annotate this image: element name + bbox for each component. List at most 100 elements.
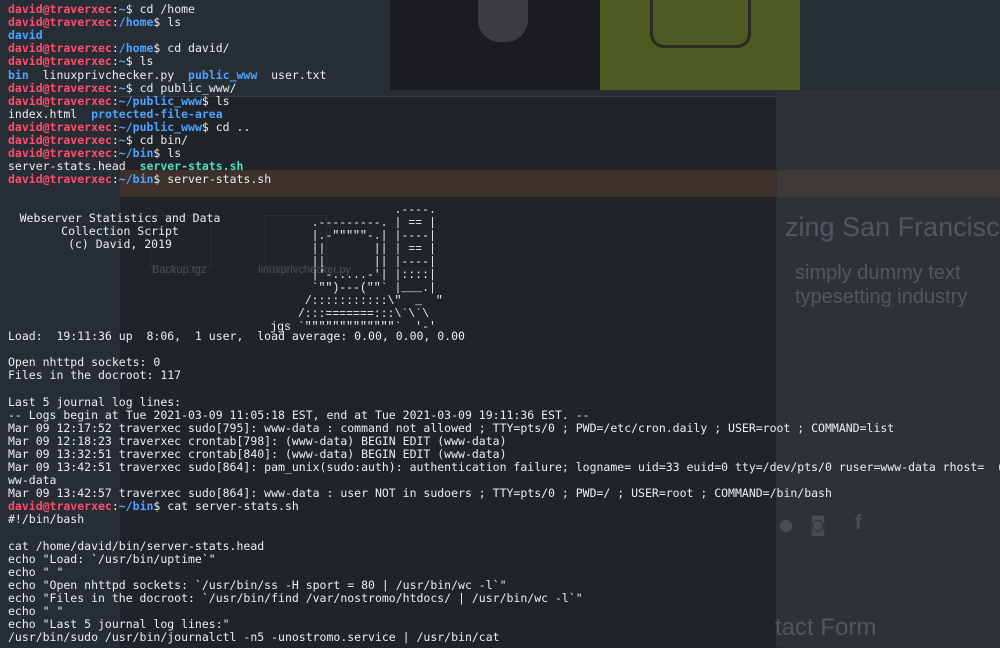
terminal-line: david@traverxec:~/bin$ cat server-stats.… [8, 500, 299, 513]
terminal-line: echo "Open nhttpd sockets: `/usr/bin/ss … [8, 577, 507, 592]
ls-entry: server-stats.head [8, 159, 140, 174]
prompt-user-host: david@traverxec [8, 133, 112, 147]
terminal-line: Mar 09 13:32:51 traverxec crontab[840]: … [8, 446, 507, 461]
prompt-path: /home [118, 15, 154, 30]
script-line: echo "Open nhttpd sockets: `/usr/bin/ss … [8, 577, 507, 592]
output-line: Last 5 journal log lines: [8, 394, 182, 409]
script-line: cat /home/david/bin/server-stats.head [8, 538, 265, 553]
terminal[interactable]: .----. .---------. | == | |.-"""""-.| |-… [0, 0, 1000, 647]
terminal-line: Collection Script [0, 225, 240, 238]
command-text: cd david/ [167, 41, 230, 56]
prompt-colon: : [111, 54, 119, 69]
script-line: echo "Files in the docroot: `/usr/bin/fi… [8, 591, 583, 605]
prompt-path: /home [118, 41, 154, 56]
terminal-line: david@traverxec:~/bin$ server-stats.sh [8, 173, 271, 186]
terminal-line: david [8, 29, 43, 42]
prompt-colon: : [111, 93, 119, 108]
prompt-colon: : [111, 133, 119, 147]
ls-entry: protected-file-area [91, 106, 223, 121]
prompt-colon: : [111, 2, 119, 16]
terminal-line: /usr/bin/sudo /usr/bin/journalctl -n5 -u… [8, 631, 500, 644]
command-text: ls [139, 54, 154, 69]
terminal-line: Mar 09 12:17:52 traverxec sudo[795]: www… [8, 421, 894, 435]
script-line: /usr/bin/sudo /usr/bin/journalctl -n5 -u… [8, 630, 500, 645]
prompt-symbol: $ [125, 80, 140, 95]
terminal-line: Files in the docroot: 117 [8, 369, 181, 382]
terminal-line: david@traverxec:/home$ cd david/ [8, 42, 230, 55]
terminal-line: Webserver Statistics and Data [0, 212, 240, 225]
terminal-line: index.html protected-file-area [8, 106, 223, 121]
prompt-symbol: $ [153, 15, 168, 30]
prompt-user-host: david@traverxec [8, 15, 112, 30]
prompt-path: ~ [118, 2, 126, 16]
prompt-user-host: david@traverxec [8, 499, 112, 514]
output-line: Files in the docroot: 117 [8, 368, 182, 383]
terminal-line: echo "Last 5 journal log lines:" [8, 618, 230, 631]
ls-entry: bin [8, 67, 29, 82]
terminal-line: david@traverxec:~$ ls [8, 55, 153, 68]
terminal-line: Load: 19:11:36 up 8:06, 1 user, load ave… [8, 330, 465, 343]
script-line: echo " " [8, 604, 64, 619]
terminal-line: #!/bin/bash [8, 513, 84, 526]
banner-text: Collection Script [61, 224, 179, 239]
prompt-user-host: david@traverxec [8, 2, 112, 16]
prompt-colon: : [111, 41, 119, 56]
prompt-symbol: $ [153, 41, 168, 56]
output-line: Load: 19:11:36 up 8:06, 1 user, load ave… [8, 329, 465, 343]
prompt-symbol: $ [201, 93, 216, 108]
prompt-path: ~ [118, 54, 126, 69]
terminal-line: echo "Files in the docroot: `/usr/bin/fi… [8, 592, 583, 605]
script-line: echo "Load: `/usr/bin/uptime`" [8, 551, 216, 566]
prompt-colon: : [111, 499, 119, 514]
ls-entry: user.txt [257, 67, 327, 82]
prompt-colon: : [111, 80, 119, 95]
command-text: cd /home [139, 2, 195, 16]
prompt-symbol: $ [125, 2, 140, 16]
prompt-user-host: david@traverxec [8, 172, 112, 187]
terminal-line: david@traverxec:/home$ ls [8, 16, 181, 29]
output-line: -- Logs begin at Tue 2021-03-09 11:05:18… [8, 407, 590, 422]
prompt-colon: : [111, 172, 119, 187]
terminal-line: server-stats.head server-stats.sh [8, 160, 243, 173]
terminal-line: Mar 09 13:42:57 traverxec sudo[864]: www… [8, 487, 832, 500]
prompt-symbol: $ [125, 54, 140, 69]
command-text: cd public_www/ [139, 80, 237, 95]
prompt-path: ~/bin [118, 172, 154, 187]
terminal-line: david@traverxec:~/public_www$ ls [8, 93, 230, 108]
terminal-line: -- Logs begin at Tue 2021-03-09 11:05:18… [8, 407, 590, 422]
prompt-user-host: david@traverxec [8, 119, 112, 134]
prompt-path: ~/public_www [118, 93, 202, 108]
terminal-line: echo "Load: `/usr/bin/uptime`" [8, 551, 216, 566]
prompt-path: ~/bin [118, 499, 154, 514]
output-line: Mar 09 13:32:51 traverxec crontab[840]: … [8, 446, 507, 461]
ls-entry: server-stats.sh [139, 159, 244, 174]
command-text: ls [167, 15, 182, 30]
terminal-line: david@traverxec:~$ cd /home [8, 3, 195, 16]
terminal-line: Mar 09 13:42:51 traverxec sudo[864]: pam… [8, 461, 1000, 474]
command-text: ls [215, 93, 230, 108]
terminal-line: david@traverxec:~/public_www$ cd .. [8, 119, 250, 134]
command-text: cat server-stats.sh [167, 499, 299, 514]
terminal-line: david@traverxec:~$ cd public_www/ [8, 80, 237, 95]
terminal-line: echo " " [8, 605, 63, 618]
prompt-user-host: david@traverxec [8, 54, 112, 69]
terminal-line: david@traverxec:~/bin$ ls [8, 147, 181, 160]
output-line: Open nhttpd sockets: 0 [8, 355, 161, 370]
command-text: server-stats.sh [167, 172, 272, 187]
ls-entry: linuxprivchecker.py [28, 67, 189, 82]
command-text: ls [167, 146, 182, 161]
output-line: Mar 09 13:42:51 traverxec sudo[864]: pam… [8, 460, 1000, 474]
prompt-path: ~/public_www [118, 119, 202, 134]
output-line: ww-data [8, 473, 57, 488]
terminal-line: cat /home/david/bin/server-stats.head [8, 538, 265, 553]
prompt-user-host: david@traverxec [8, 41, 112, 56]
terminal-line: bin linuxprivchecker.py public_www user.… [8, 67, 327, 82]
prompt-symbol: $ [153, 172, 168, 187]
script-line: #!/bin/bash [8, 512, 85, 527]
prompt-path: ~/bin [118, 146, 154, 161]
prompt-user-host: david@traverxec [8, 93, 112, 108]
command-text: cd bin/ [139, 133, 189, 147]
terminal-line: Mar 09 12:18:23 traverxec crontab[798]: … [8, 434, 507, 448]
prompt-symbol: $ [153, 146, 168, 161]
terminal-line: ww-data [8, 474, 56, 487]
